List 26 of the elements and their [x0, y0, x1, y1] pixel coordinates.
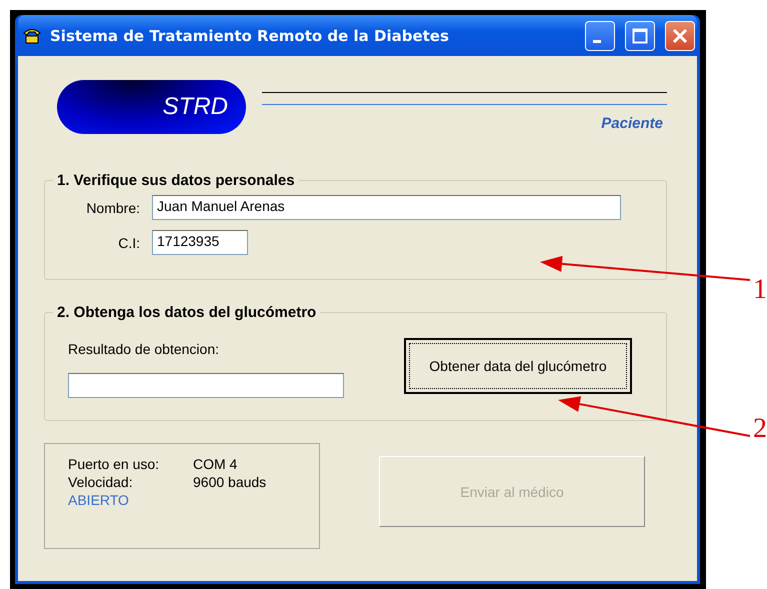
maximize-button[interactable]	[625, 20, 655, 50]
field-label: Nombre:	[85, 200, 140, 216]
info-value: COM 4	[193, 456, 238, 472]
annotation-number: 1	[753, 276, 767, 304]
minimize-icon	[593, 40, 601, 43]
info-label: Velocidad:	[68, 474, 134, 490]
input-field[interactable]: 17123935	[152, 230, 248, 255]
field-label: C.I:	[117, 234, 140, 250]
close-icon	[672, 28, 688, 44]
status-text: ABIERTO	[68, 492, 130, 508]
input-field[interactable]: Juan Manuel Arenas	[152, 195, 621, 220]
field-label: Resultado de obtencion:	[68, 341, 220, 357]
role-label: Paciente	[601, 115, 663, 132]
input-field[interactable]	[68, 373, 344, 398]
info-value: 9600 bauds	[193, 474, 266, 490]
close-button[interactable]	[665, 20, 695, 50]
window-title: Sistema de Tratamiento Remoto de la Diabetes	[50, 26, 450, 44]
annotation-number: 2	[753, 415, 767, 443]
group-title: 2. Obtenga los datos del glucómetro	[56, 304, 318, 321]
telephone-icon	[22, 26, 42, 44]
maximize-icon	[632, 28, 648, 44]
get-data-button[interactable]: Obtener data del glucómetro	[404, 338, 632, 394]
group-title: 1. Verifique sus datos personales	[56, 172, 296, 189]
minimize-button[interactable]	[585, 20, 615, 50]
logo: STRD	[57, 80, 246, 134]
info-label: Puerto en uso:	[68, 456, 160, 472]
